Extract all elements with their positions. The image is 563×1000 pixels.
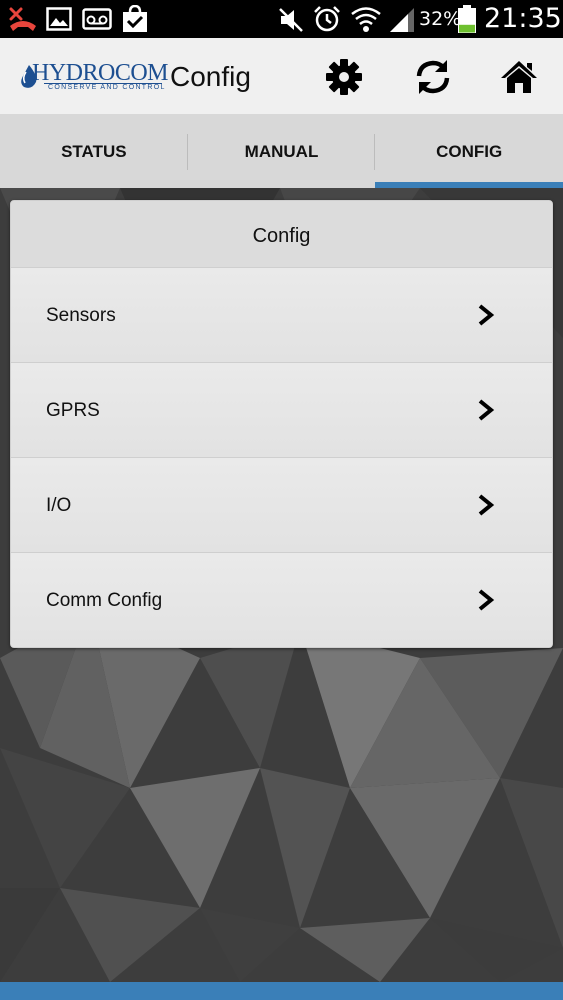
config-card: Config Sensors GPRS I/O Comm Config (10, 200, 553, 648)
checklist-icon (123, 5, 147, 32)
alarm-icon (314, 6, 340, 32)
list-item-label: Comm Config (46, 590, 163, 611)
voicemail-icon (82, 8, 112, 30)
hydrocom-logo: HYDROCOM CONSERVE AND CONTROL (18, 60, 169, 94)
refresh-icon[interactable] (413, 57, 453, 97)
clock: 21:35 (484, 3, 562, 34)
missed-call-icon (9, 7, 36, 31)
tab-config[interactable]: CONFIG (375, 114, 563, 188)
list-item-label: I/O (46, 495, 72, 516)
home-icon[interactable] (499, 57, 539, 97)
tab-bar: STATUS MANUAL CONFIG (0, 114, 563, 188)
wifi-icon (351, 7, 381, 32)
tab-label: MANUAL (244, 142, 319, 161)
chevron-right-icon (478, 304, 495, 326)
status-bar: 32% 21:35 (0, 0, 563, 38)
list-item-gprs[interactable]: GPRS (11, 363, 552, 458)
list-item-comm-config[interactable]: Comm Config (11, 553, 552, 647)
app-header: HYDROCOM CONSERVE AND CONTROL Config (0, 38, 563, 114)
page-title: Config (170, 61, 251, 92)
list-item-io[interactable]: I/O (11, 458, 552, 553)
tab-manual[interactable]: MANUAL (188, 114, 376, 188)
gear-icon[interactable] (324, 57, 364, 97)
gallery-icon (46, 7, 72, 31)
battery-percent: 32% (419, 8, 462, 30)
tab-label: CONFIG (436, 142, 503, 161)
list-item-label: Sensors (46, 305, 116, 326)
list-item-label: GPRS (46, 400, 100, 421)
chevron-right-icon (478, 494, 495, 516)
logo-tagline: CONSERVE AND CONTROL (48, 84, 166, 91)
card-title: Config (11, 201, 552, 268)
battery-icon (458, 5, 476, 33)
list-item-sensors[interactable]: Sensors (11, 268, 552, 363)
chevron-right-icon (478, 399, 495, 421)
chevron-right-icon (478, 589, 495, 611)
mute-icon (279, 8, 303, 32)
tab-label: STATUS (61, 142, 127, 161)
bottom-accent-bar (0, 982, 563, 1000)
signal-icon (390, 8, 414, 32)
tab-status[interactable]: STATUS (0, 114, 188, 188)
